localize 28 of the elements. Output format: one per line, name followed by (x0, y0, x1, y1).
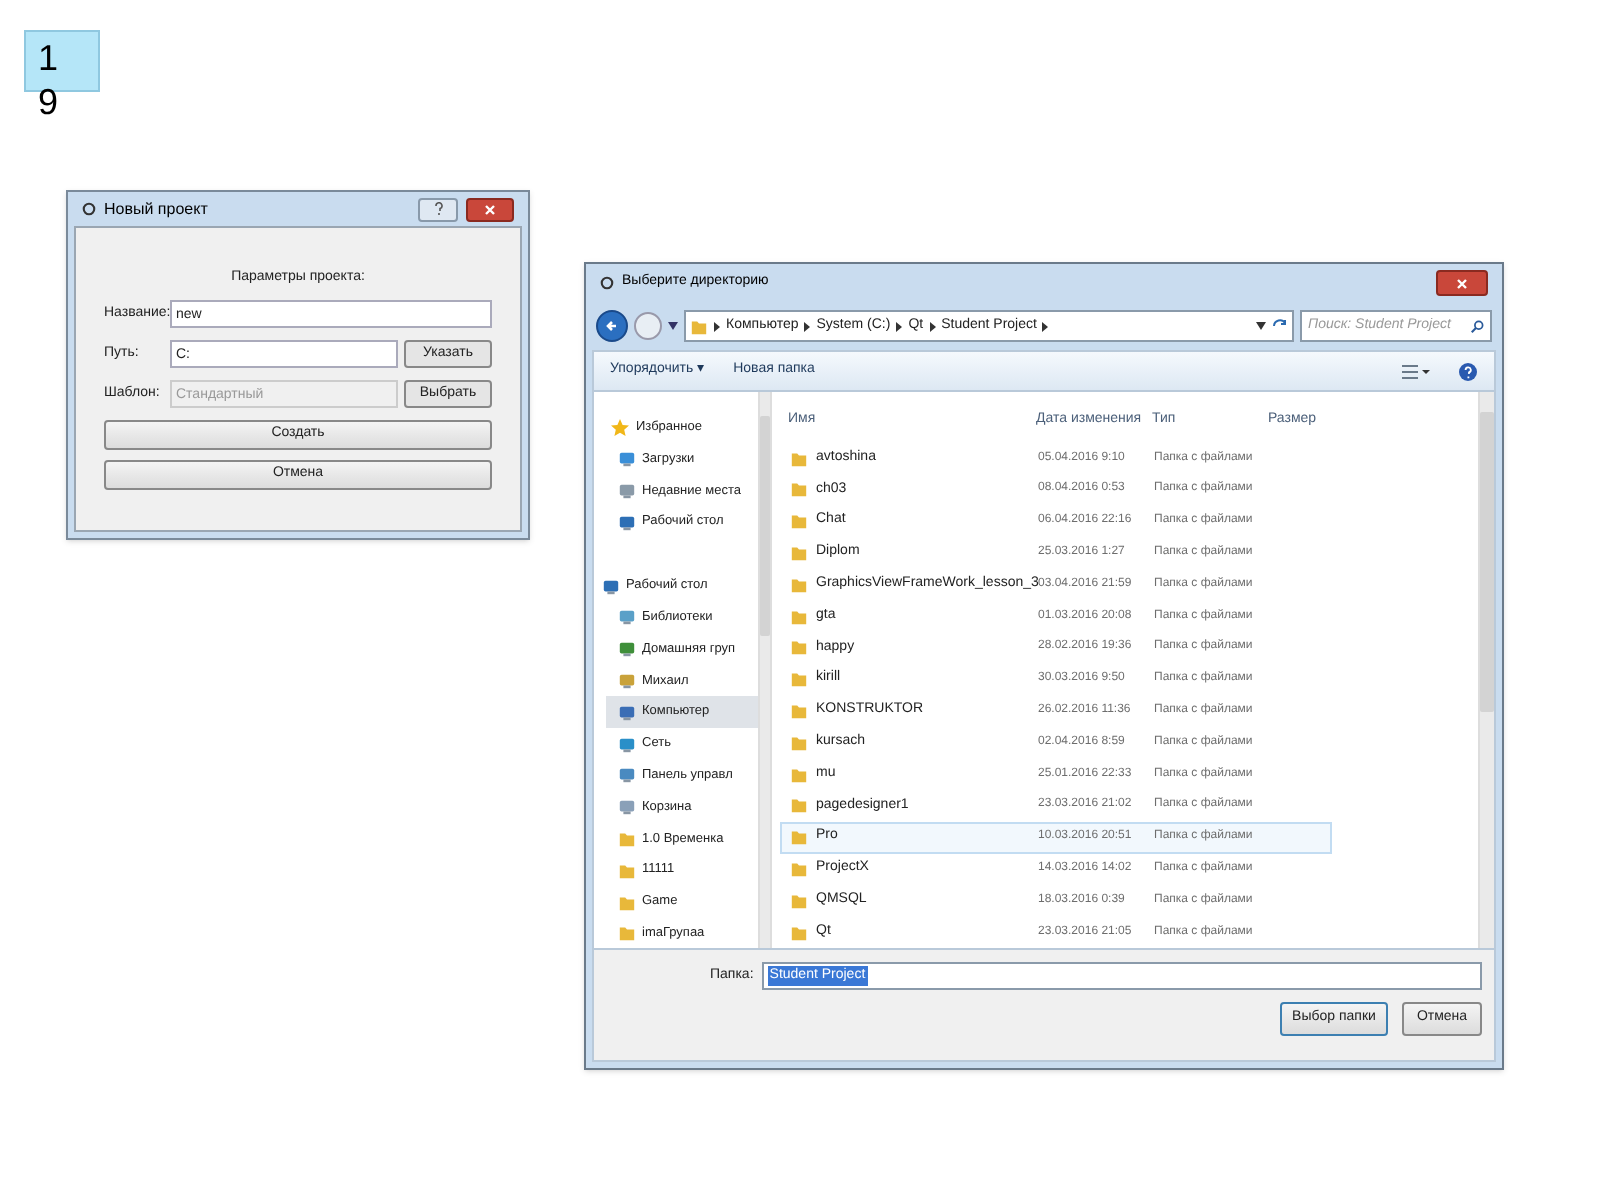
slide-number: 19 (38, 36, 61, 124)
question-icon (433, 202, 443, 216)
slide-number-background (24, 30, 100, 92)
close-icon (484, 203, 496, 215)
window-title: Новый проект (104, 197, 208, 221)
close-icon (1456, 277, 1468, 289)
dropdown-icon (1256, 322, 1266, 330)
app-icon (82, 202, 96, 216)
app-icon (600, 276, 614, 290)
dropdown-icon (668, 322, 678, 330)
help-button[interactable] (418, 197, 458, 221)
back-arrow-icon (604, 318, 620, 334)
chevron-icon (929, 321, 936, 331)
help-icon[interactable] (1458, 361, 1478, 381)
computer-icon (618, 703, 636, 722)
chevron-icon (714, 321, 720, 331)
desktop-icon (618, 513, 636, 532)
star-icon (610, 417, 630, 438)
close-button[interactable] (466, 197, 514, 221)
back-button[interactable] (596, 310, 628, 342)
chevron-icon (896, 321, 903, 331)
close-button[interactable] (1436, 270, 1488, 296)
desktop-icon (602, 577, 620, 596)
search-icon (1470, 319, 1484, 333)
chevron-icon (804, 321, 811, 331)
view-options-icon[interactable] (1402, 363, 1430, 379)
folder-icon (690, 317, 708, 335)
chevron-icon (1042, 321, 1049, 331)
